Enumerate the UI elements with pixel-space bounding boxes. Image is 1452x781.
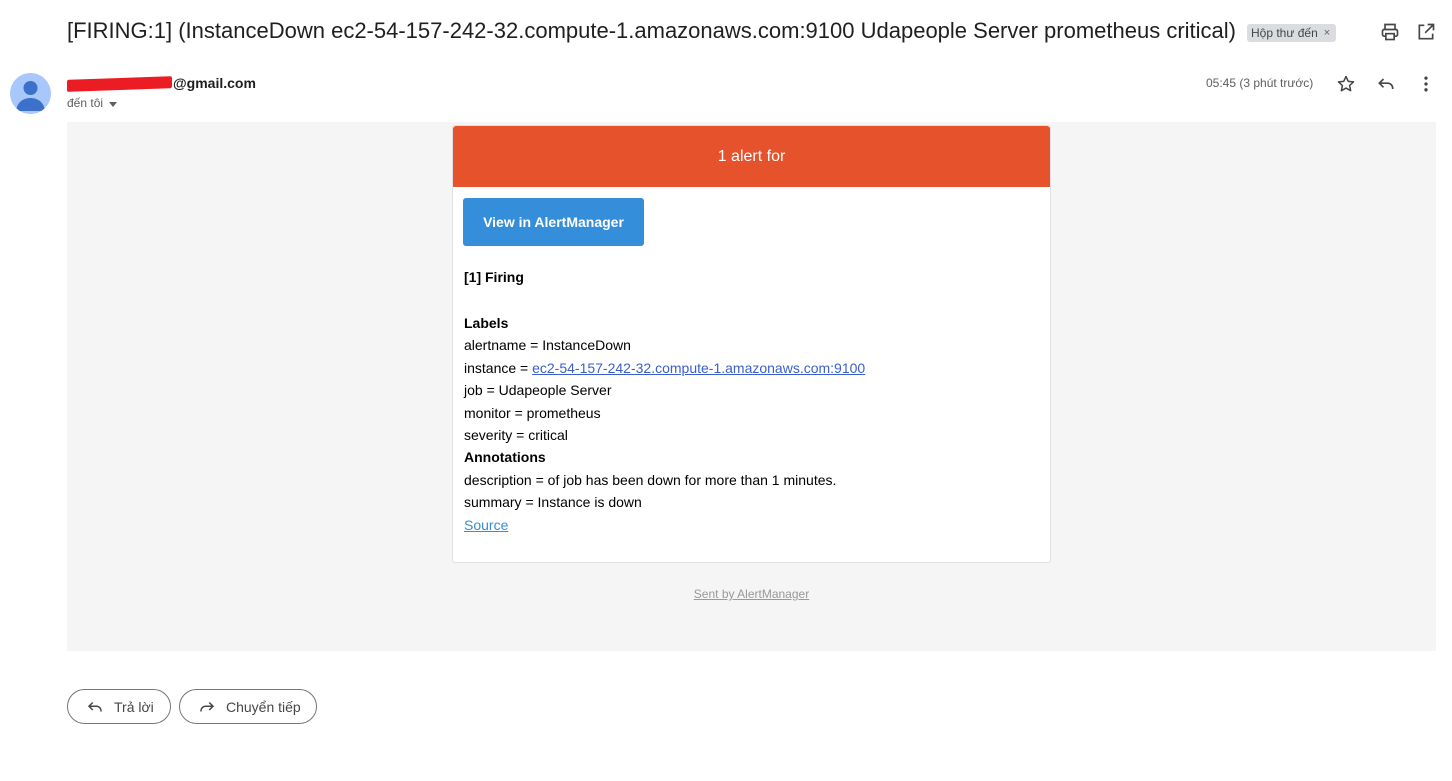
email-view: [FIRING:1] (InstanceDown ec2-54-157-242-… (0, 0, 1452, 781)
label-alertname: alertname = InstanceDown (464, 337, 631, 354)
sender-email-domain: @gmail.com (173, 75, 256, 91)
inbox-label-chip[interactable]: Hộp thư đến × (1247, 24, 1337, 42)
annotations-heading: Annotations (464, 449, 546, 466)
print-icon[interactable] (1380, 22, 1400, 42)
email-body: 1 alert for View in AlertManager [1] Fir… (67, 122, 1436, 651)
reply-icon (87, 701, 102, 711)
label-job: job = Udapeople Server (464, 382, 612, 399)
alert-card: 1 alert for View in AlertManager [1] Fir… (452, 125, 1051, 563)
star-icon[interactable] (1336, 74, 1356, 94)
label-severity: severity = critical (464, 427, 568, 444)
reply-button-label: Trả lời (114, 698, 154, 715)
alert-header-text: 1 alert for (717, 147, 786, 165)
forward-button[interactable]: Chuyển tiếp (179, 689, 317, 724)
forward-button-label: Chuyển tiếp (226, 698, 301, 715)
sender-email: @gmail.com (67, 75, 256, 93)
chevron-down-icon (109, 101, 118, 107)
more-options-icon[interactable] (1416, 74, 1436, 94)
inbox-label: Hộp thư đến (1251, 26, 1318, 40)
reply-icon[interactable] (1376, 74, 1396, 94)
annotation-description: description = of job has been down for m… (464, 471, 837, 488)
labels-heading: Labels (464, 315, 509, 331)
open-in-new-window-icon[interactable] (1416, 22, 1436, 42)
remove-label-icon[interactable]: × (1324, 27, 1330, 39)
email-subject: [FIRING:1] (InstanceDown ec2-54-157-242-… (67, 18, 1237, 43)
alert-details: Labels alertname = InstanceDown instance… (464, 312, 865, 536)
redaction-mark (67, 76, 172, 93)
email-timestamp: 05:45 (3 phút trước) (1206, 76, 1314, 90)
view-in-alertmanager-button[interactable]: View in AlertManager (463, 198, 644, 246)
alert-card-header: 1 alert for (453, 126, 1050, 187)
forward-icon (200, 701, 215, 711)
source-link[interactable]: Source (464, 517, 508, 533)
sent-by-alertmanager-link[interactable]: Sent by AlertManager (67, 587, 1436, 601)
recipient-label: đến tôi (67, 96, 104, 110)
label-instance-key: instance = (464, 359, 533, 376)
sender-avatar[interactable] (10, 73, 51, 114)
annotation-summary: summary = Instance is down (464, 494, 642, 511)
instance-link[interactable]: ec2-54-157-242-32.compute-1.amazonaws.co… (532, 360, 865, 376)
label-instance: instance = ec2-54-157-242-32.compute-1.a… (464, 357, 865, 379)
label-monitor: monitor = prometheus (464, 404, 601, 421)
person-icon (16, 81, 45, 111)
reply-button[interactable]: Trả lời (67, 689, 171, 724)
recipient-details-toggle[interactable]: đến tôi (67, 96, 118, 110)
firing-heading: [1] Firing (464, 269, 524, 285)
